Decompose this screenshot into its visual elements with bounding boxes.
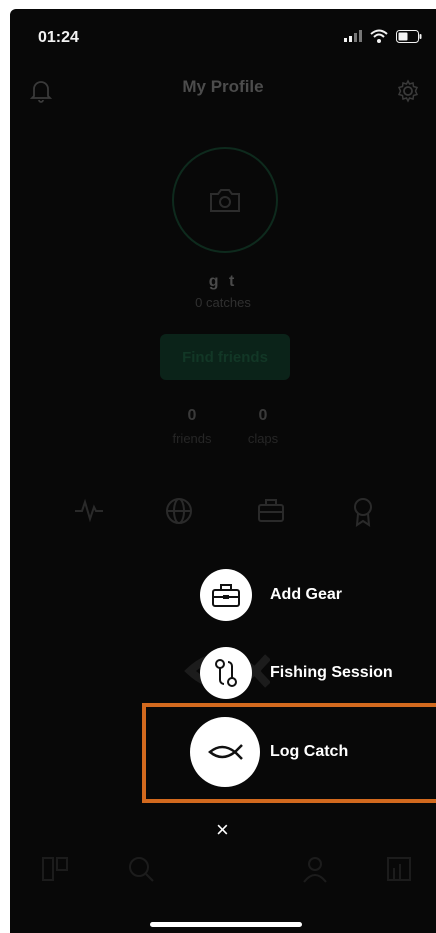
wifi-icon [370,29,388,43]
profile-icon[interactable] [300,854,330,889]
claps-stat[interactable]: 0 claps [228,407,298,446]
friends-count: 0 [187,407,197,424]
friends-label: friends [172,431,212,446]
add-gear-action[interactable]: Add Gear [200,569,342,621]
find-friends-button[interactable]: Find friends [160,334,290,380]
feed-icon[interactable] [40,854,70,889]
claps-count: 0 [258,407,268,424]
status-icons [344,29,422,43]
route-icon [200,647,252,699]
friends-stat[interactable]: 0 friends [157,407,227,446]
signal-icon [344,30,362,42]
gear-icon[interactable] [396,79,420,108]
page-title: My Profile [182,77,264,96]
fishing-session-action[interactable]: Fishing Session [200,647,393,699]
home-indicator[interactable] [150,922,302,927]
globe-icon[interactable] [165,497,193,530]
tackle-box-icon[interactable] [257,497,285,528]
status-time: 01:24 [38,29,79,46]
log-catch-highlight [142,703,436,803]
fishing-session-label: Fishing Session [270,664,393,681]
stats-icon[interactable] [384,854,414,889]
username: g t [208,273,238,290]
battery-icon [396,29,422,43]
search-icon[interactable] [126,854,156,889]
catches-count: 0 catches [195,295,251,310]
award-icon[interactable] [352,497,374,532]
tackle-box-icon [200,569,252,621]
add-gear-label: Add Gear [270,586,343,603]
avatar[interactable] [172,147,278,253]
claps-label: claps [247,431,279,446]
activity-icon[interactable] [74,497,104,528]
close-menu-button[interactable]: × [216,817,229,843]
camera-icon [210,189,240,212]
phone-screen: 01:24 My Profile g t 0 catches Find frie… [10,9,436,933]
